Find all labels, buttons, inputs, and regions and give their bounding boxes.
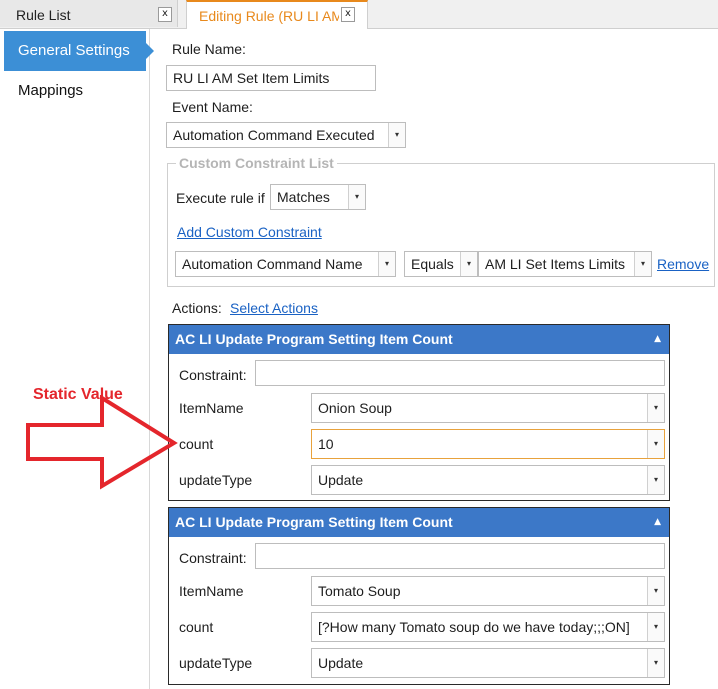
action-panel-title: AC LI Update Program Setting Item Count	[175, 514, 453, 530]
tab-strip: Rule List x Editing Rule (RU LI AM Set I…	[0, 0, 718, 29]
tab-editing-rule[interactable]: Editing Rule (RU LI AM Set Item Limits) …	[186, 0, 368, 29]
constraint-label: Constraint:	[179, 367, 247, 383]
itemname-value: Onion Soup	[318, 400, 392, 416]
tab-label: Editing Rule (RU LI AM Set Item Limits)	[199, 8, 339, 24]
execute-rule-value: Matches	[277, 189, 330, 205]
itemname-select[interactable]: Tomato Soup ▾	[311, 576, 665, 606]
action-panel: AC LI Update Program Setting Item Count …	[168, 324, 670, 501]
collapse-icon[interactable]: ▲	[654, 508, 661, 537]
actions-label: Actions:	[172, 300, 222, 316]
remove-constraint-link[interactable]: Remove	[657, 256, 709, 272]
dropdown-icon[interactable]: ▾	[647, 430, 664, 458]
updatetype-select[interactable]: Update ▾	[311, 648, 665, 678]
add-custom-constraint-link[interactable]: Add Custom Constraint	[177, 224, 322, 240]
dropdown-icon[interactable]: ▾	[348, 185, 365, 209]
updatetype-value: Update	[318, 472, 364, 488]
action-panel-title: AC LI Update Program Setting Item Count	[175, 331, 453, 347]
field-label-count: count	[179, 619, 214, 635]
event-name-value: Automation Command Executed	[173, 127, 375, 143]
left-nav: General Settings Mappings	[0, 29, 154, 689]
collapse-icon[interactable]: ▲	[654, 325, 661, 354]
constraint-field-select[interactable]: Automation Command Name ▾	[175, 251, 396, 277]
itemname-select[interactable]: Onion Soup ▾	[311, 393, 665, 423]
execute-rule-label: Execute rule if	[176, 190, 265, 206]
dropdown-icon[interactable]: ▾	[460, 252, 477, 276]
event-name-select[interactable]: Automation Command Executed ▾	[166, 122, 406, 148]
dropdown-icon[interactable]: ▾	[647, 466, 664, 494]
dropdown-icon[interactable]: ▾	[647, 577, 664, 605]
dropdown-icon[interactable]: ▾	[634, 252, 651, 276]
dropdown-icon[interactable]: ▾	[647, 394, 664, 422]
action-panel-header[interactable]: AC LI Update Program Setting Item Count …	[169, 325, 669, 354]
close-icon[interactable]: x	[158, 7, 172, 22]
dropdown-icon[interactable]: ▾	[647, 649, 664, 677]
select-actions-link[interactable]: Select Actions	[230, 300, 318, 316]
tab-rule-list[interactable]: Rule List x	[0, 0, 178, 27]
updatetype-select[interactable]: Update ▾	[311, 465, 665, 495]
field-label-count: count	[179, 436, 214, 452]
nav-item-mappings[interactable]: Mappings	[4, 71, 140, 111]
field-label-updatetype: updateType	[179, 655, 253, 671]
tab-label: Rule List	[16, 7, 71, 23]
nav-item-general-settings[interactable]: General Settings	[4, 31, 154, 71]
itemname-value: Tomato Soup	[318, 583, 401, 599]
execute-rule-select[interactable]: Matches ▾	[270, 184, 366, 210]
rule-name-input[interactable]: RU LI AM Set Item Limits	[166, 65, 376, 91]
right-arrow-icon	[26, 395, 178, 490]
dropdown-icon[interactable]: ▾	[378, 252, 395, 276]
constraint-value-text: AM LI Set Items Limits	[485, 256, 626, 272]
event-name-label: Event Name:	[172, 99, 253, 115]
count-select[interactable]: 10 ▾	[311, 429, 665, 459]
dropdown-icon[interactable]: ▾	[647, 613, 664, 641]
field-label-itemname: ItemName	[179, 400, 244, 416]
constraint-value-select[interactable]: AM LI Set Items Limits ▾	[478, 251, 652, 277]
count-value: [?How many Tomato soup do we have today;…	[318, 619, 630, 635]
constraint-input[interactable]	[255, 543, 665, 569]
constraint-operator-select[interactable]: Equals ▾	[404, 251, 478, 277]
updatetype-value: Update	[318, 655, 364, 671]
count-select[interactable]: [?How many Tomato soup do we have today;…	[311, 612, 665, 642]
action-panel: AC LI Update Program Setting Item Count …	[168, 507, 670, 685]
custom-constraint-legend: Custom Constraint List	[176, 155, 337, 171]
field-label-itemname: ItemName	[179, 583, 244, 599]
constraint-label: Constraint:	[179, 550, 247, 566]
close-icon[interactable]: x	[341, 7, 355, 22]
rule-name-label: Rule Name:	[172, 41, 246, 57]
constraint-field-value: Automation Command Name	[182, 256, 363, 272]
field-label-updatetype: updateType	[179, 472, 253, 488]
dropdown-icon[interactable]: ▾	[388, 123, 405, 147]
action-panel-header[interactable]: AC LI Update Program Setting Item Count …	[169, 508, 669, 537]
count-value: 10	[318, 436, 334, 452]
constraint-input[interactable]	[255, 360, 665, 386]
constraint-operator-value: Equals	[411, 256, 454, 272]
